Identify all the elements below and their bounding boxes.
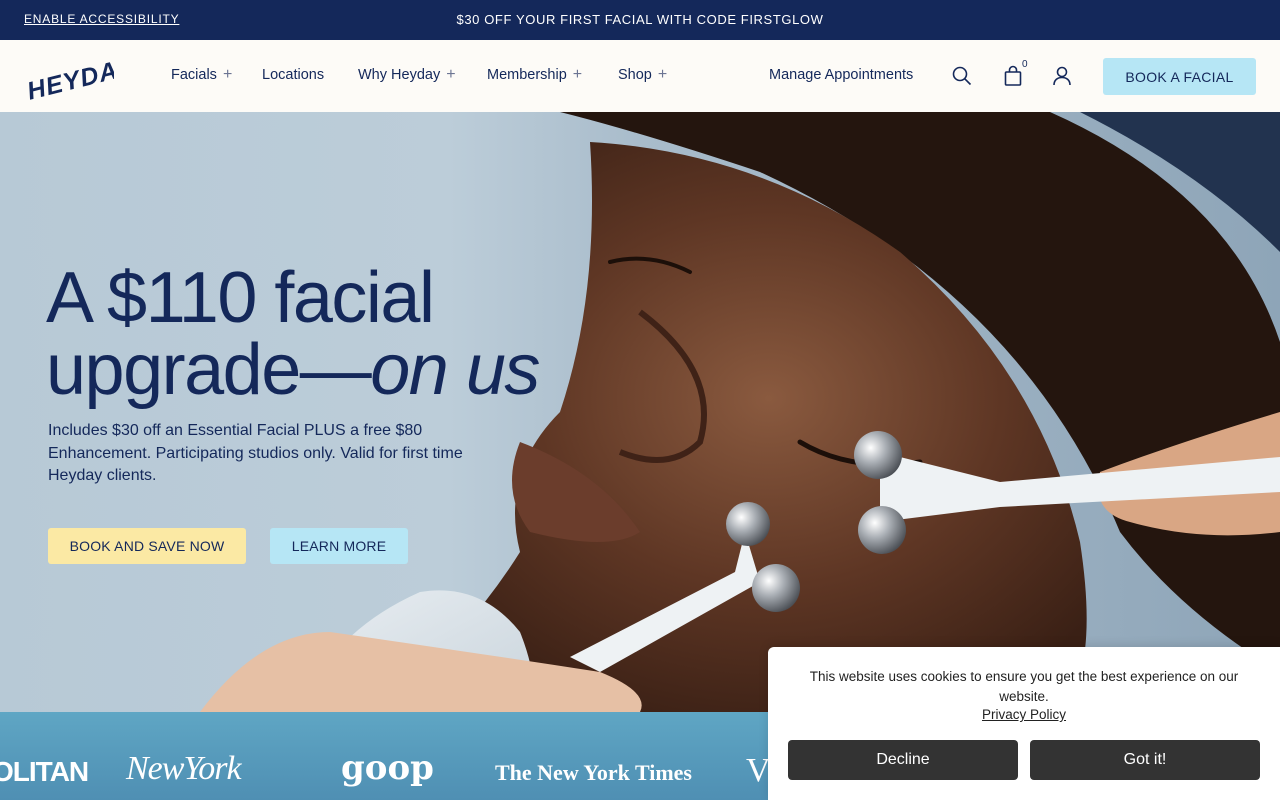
plus-icon: + xyxy=(572,66,583,83)
hero-headline: A $110 facial upgrade—on us xyxy=(46,262,540,406)
nav-label: Shop xyxy=(618,67,652,83)
heyday-logo[interactable]: HEYDAY xyxy=(22,52,114,102)
nav-label: Why Heyday xyxy=(358,67,441,83)
accept-cookies-button[interactable]: Got it! xyxy=(1030,740,1260,780)
headline-italic-text: on us xyxy=(370,330,540,410)
nav-label: Facials xyxy=(171,67,217,83)
press-logo-nyt: The New York Times xyxy=(495,760,692,785)
nav-membership[interactable]: Membership + xyxy=(487,66,583,84)
plus-icon: + xyxy=(446,66,456,83)
headline-line-2: upgrade—on us xyxy=(46,334,540,406)
logo-text: HEYDAY xyxy=(24,52,114,102)
cookie-banner: This website uses cookies to ensure you … xyxy=(768,647,1280,800)
hero-section: A $110 facial upgrade—on us Includes $30… xyxy=(0,112,1280,712)
book-a-facial-button[interactable]: BOOK A FACIAL xyxy=(1103,58,1256,95)
press-logo-goop: goop xyxy=(341,748,434,788)
learn-more-button[interactable]: LEARN MORE xyxy=(270,528,408,564)
search-icon[interactable] xyxy=(950,64,974,88)
cookie-message: This website uses cookies to ensure you … xyxy=(809,669,1239,704)
announcement-bar: ENABLE ACCESSIBILITY $30 OFF YOUR FIRST … xyxy=(0,0,1280,40)
press-logo-new-york: NewYork xyxy=(126,750,242,787)
nav-locations[interactable]: Locations xyxy=(262,67,324,83)
plus-icon: + xyxy=(657,66,668,83)
privacy-policy-link[interactable]: Privacy Policy xyxy=(768,707,1280,722)
decline-cookies-button[interactable]: Decline xyxy=(788,740,1018,780)
hero-subtext: Includes $30 off an Essential Facial PLU… xyxy=(48,422,463,484)
nav-label: Locations xyxy=(262,67,325,83)
nav-why-heyday[interactable]: Why Heyday + xyxy=(358,66,456,84)
nav-shop[interactable]: Shop + xyxy=(618,66,668,84)
plus-icon: + xyxy=(222,66,233,83)
nav-facials[interactable]: Facials + xyxy=(171,66,233,84)
hero-image-facial-treatment xyxy=(200,112,1280,712)
headline-plain-text: upgrade— xyxy=(46,330,372,410)
nav-label: Membership xyxy=(487,67,567,83)
manage-appointments-link[interactable]: Manage Appointments xyxy=(769,67,913,83)
promo-text: $30 OFF YOUR FIRST FACIAL WITH CODE FIRS… xyxy=(456,12,824,27)
press-logo-vogue: V xyxy=(746,752,771,789)
book-and-save-now-button[interactable]: BOOK AND SAVE NOW xyxy=(48,528,246,564)
site-header: HEYDAY Facials + Locations Why Heyday + … xyxy=(0,40,1280,112)
account-icon[interactable] xyxy=(1050,64,1074,88)
headline-line-1: A $110 facial xyxy=(46,258,435,338)
cart-count-badge: 0 xyxy=(1022,59,1028,70)
press-logo-cosmopolitan: OLITAN xyxy=(0,756,89,787)
